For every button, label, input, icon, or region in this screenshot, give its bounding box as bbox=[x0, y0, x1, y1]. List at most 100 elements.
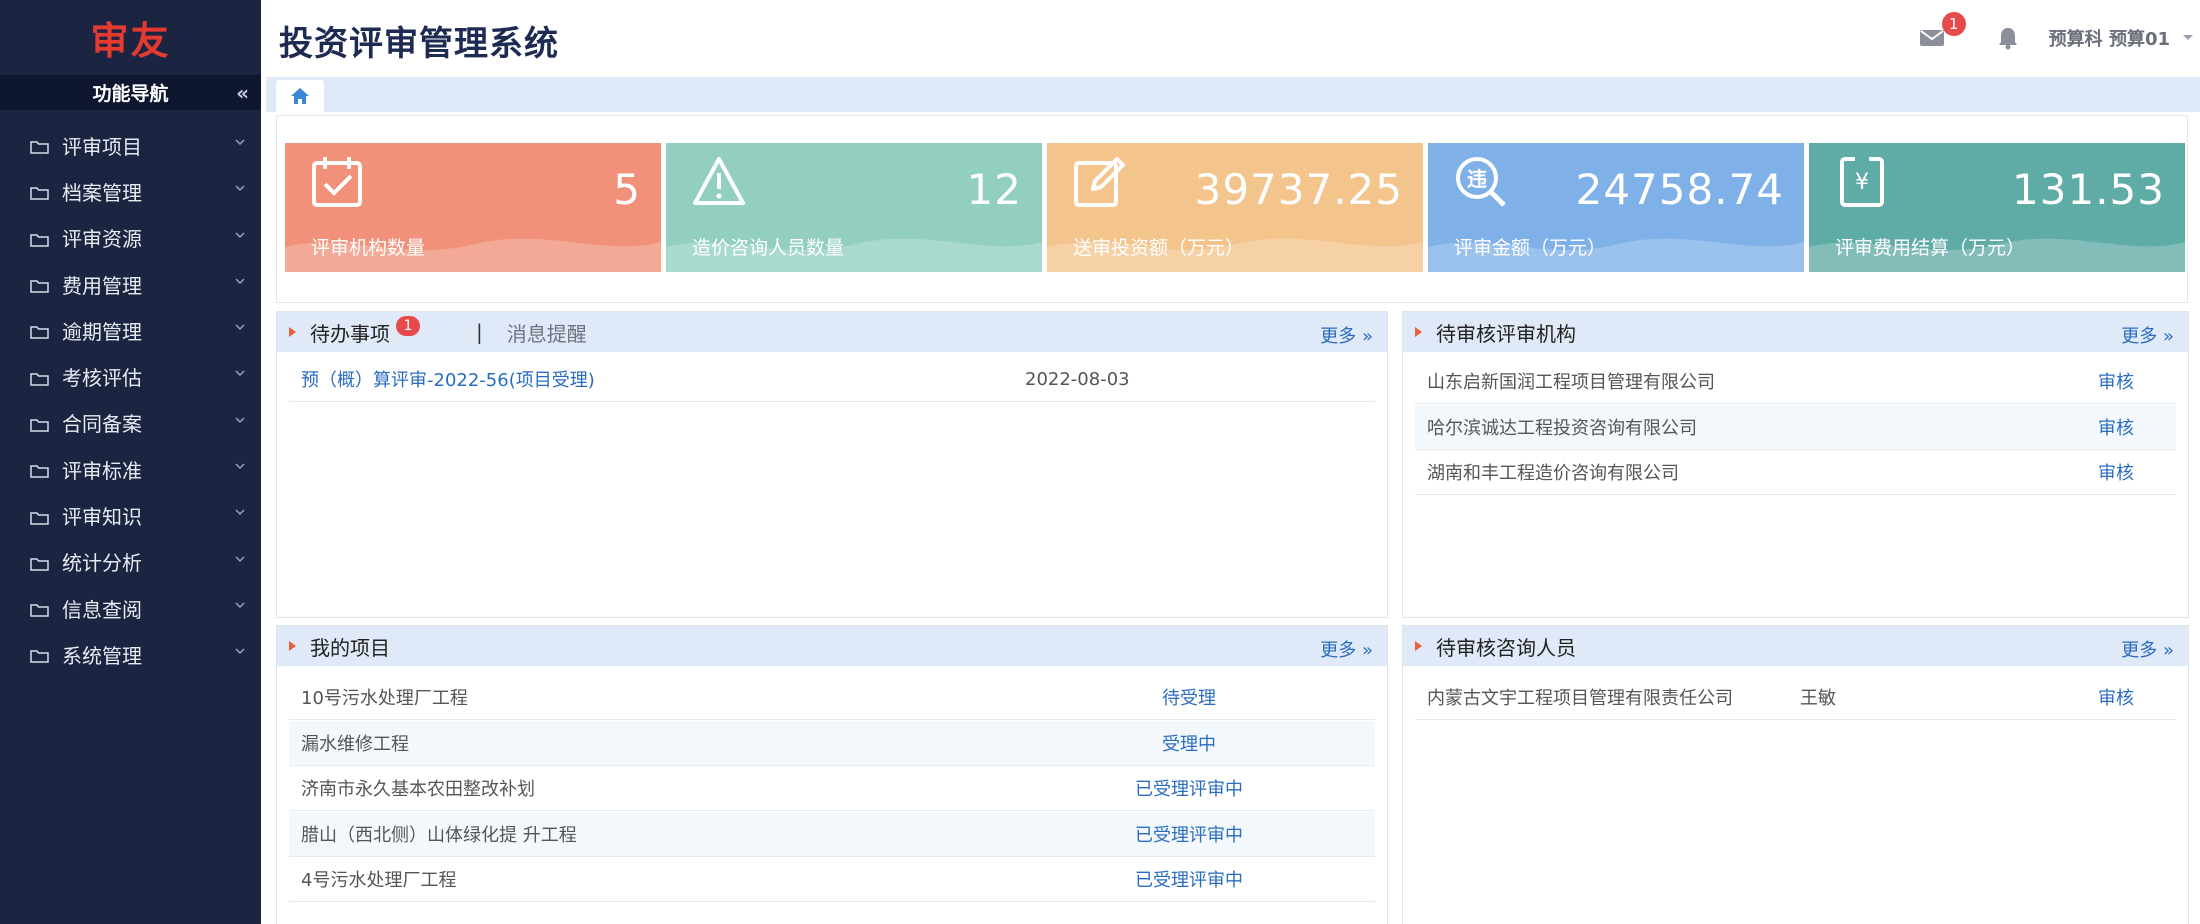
chevron-down-icon bbox=[235, 324, 245, 331]
table-row[interactable]: 4号污水处理厂工程 已受理评审中 bbox=[289, 857, 1375, 902]
stat-value: 24758.74 bbox=[1575, 165, 1784, 214]
project-status[interactable]: 受理中 bbox=[1162, 730, 1216, 756]
panel-header: 待办事项 1 | 消息提醒 更多 » bbox=[277, 312, 1387, 352]
review-button[interactable]: 审核 bbox=[2098, 684, 2134, 710]
sidebar-item[interactable]: 统计分析 bbox=[0, 539, 261, 585]
more-link[interactable]: 更多 » bbox=[1320, 322, 1373, 348]
panel-header: 待审核咨询人员 更多 » bbox=[1403, 626, 2188, 666]
more-link[interactable]: 更多 » bbox=[1320, 636, 1373, 662]
collapse-sidebar-icon[interactable]: « bbox=[236, 81, 249, 105]
tab-home[interactable] bbox=[276, 80, 324, 112]
project-status[interactable]: 已受理评审中 bbox=[1135, 775, 1243, 801]
stat-card-consultant-count[interactable]: 12 造价咨询人员数量 bbox=[666, 143, 1042, 272]
sidebar: 审友 功能导航 « 评审项目 档案管理 评审资源 费用管理 逾期管理 考核评估 合同备案 评审… bbox=[0, 0, 261, 924]
stat-card-org-count[interactable]: 5 评审机构数量 bbox=[285, 143, 661, 272]
folder-icon bbox=[30, 511, 49, 525]
table-row[interactable]: 济南市永久基本农田整改补划 已受理评审中 bbox=[289, 766, 1375, 811]
project-status[interactable]: 待受理 bbox=[1162, 684, 1216, 710]
nav-header: 功能导航 « bbox=[0, 75, 261, 110]
sidebar-item[interactable]: 费用管理 bbox=[0, 261, 261, 307]
stat-label: 评审金额（万元） bbox=[1454, 237, 1607, 259]
folder-icon bbox=[30, 141, 49, 154]
tab-messages[interactable]: 消息提醒 bbox=[507, 318, 587, 347]
table-row: 湖南和丰工程造价咨询有限公司 审核 bbox=[1415, 450, 2176, 495]
table-row[interactable]: 漏水维修工程 受理中 bbox=[289, 721, 1375, 766]
stats-area: 5 评审机构数量 12 造价咨询人员数量 39737.25 送审投资额（万元） … bbox=[276, 115, 2188, 303]
sidebar-item-label: 考核评估 bbox=[62, 366, 142, 391]
triangle-icon bbox=[289, 641, 296, 651]
stat-label: 评审机构数量 bbox=[311, 237, 426, 259]
svg-text:¥: ¥ bbox=[1855, 170, 1869, 195]
sidebar-item[interactable]: 评审资源 bbox=[0, 215, 261, 261]
review-button[interactable]: 审核 bbox=[2098, 459, 2134, 485]
chevron-down-icon bbox=[235, 648, 245, 655]
chevron-down-icon bbox=[235, 278, 245, 284]
sidebar-item-label: 信息查阅 bbox=[62, 597, 142, 622]
chevron-down-icon bbox=[235, 139, 245, 146]
org-name: 湖南和丰工程造价咨询有限公司 bbox=[1427, 463, 1679, 484]
table-row[interactable]: 10号污水处理厂工程 待受理 bbox=[289, 675, 1375, 720]
sidebar-item-label: 费用管理 bbox=[62, 273, 142, 298]
panel-title: 待审核咨询人员 bbox=[1436, 635, 1576, 660]
table-row: 山东启新国润工程项目管理有限公司 审核 bbox=[1415, 359, 2176, 404]
sidebar-item[interactable]: 系统管理 bbox=[0, 631, 261, 677]
sidebar-item[interactable]: 评审项目 bbox=[0, 122, 261, 168]
sidebar-item[interactable]: 档案管理 bbox=[0, 168, 261, 214]
project-name: 济南市永久基本农田整改补划 bbox=[301, 779, 535, 800]
todo-badge: 1 bbox=[396, 316, 420, 336]
calendar-check-icon bbox=[312, 157, 362, 207]
sidebar-item[interactable]: 评审标准 bbox=[0, 446, 261, 492]
project-name: 腊山（西北侧）山体绿化提 升工程 bbox=[301, 825, 577, 846]
org-name: 哈尔滨诚达工程投资咨询有限公司 bbox=[1427, 418, 1697, 439]
todo-item-link[interactable]: 预（概）算评审-2022-56(项目受理) bbox=[301, 366, 595, 392]
my-projects-panel: 我的项目 更多 » 10号污水处理厂工程 待受理 漏水维修工程 受理中 济南市永… bbox=[276, 625, 1388, 924]
triangle-icon bbox=[1415, 327, 1422, 337]
folder-icon bbox=[30, 372, 49, 386]
bell-icon[interactable] bbox=[1997, 26, 2019, 50]
panel-header: 我的项目 更多 » bbox=[277, 626, 1387, 666]
app-title: 投资评审管理系统 bbox=[279, 24, 559, 64]
sidebar-item[interactable]: 评审知识 bbox=[0, 492, 261, 538]
sidebar-item-label: 统计分析 bbox=[62, 551, 142, 576]
project-name: 漏水维修工程 bbox=[301, 734, 409, 755]
chevron-down-icon[interactable] bbox=[2182, 34, 2194, 42]
more-link[interactable]: 更多 » bbox=[2121, 636, 2174, 662]
project-status[interactable]: 已受理评审中 bbox=[1135, 821, 1243, 847]
sidebar-item[interactable]: 逾期管理 bbox=[0, 307, 261, 353]
folder-icon bbox=[30, 650, 49, 664]
sidebar-item-label: 逾期管理 bbox=[62, 319, 142, 344]
brand-logo: 审友 bbox=[90, 19, 171, 63]
sidebar-item-label: 评审资源 bbox=[62, 227, 142, 252]
folder-icon bbox=[30, 465, 49, 478]
folder-icon bbox=[30, 419, 49, 432]
table-row: 内蒙古文宇工程项目管理有限责任公司 王敏 审核 bbox=[1415, 675, 2176, 720]
stat-label: 评审费用结算（万元） bbox=[1835, 237, 2026, 259]
warning-icon bbox=[693, 157, 745, 205]
folder-icon bbox=[30, 187, 49, 201]
table-row[interactable]: 腊山（西北侧）山体绿化提 升工程 已受理评审中 bbox=[289, 812, 1375, 857]
panel-title: 我的项目 bbox=[310, 635, 390, 660]
stat-label: 送审投资额（万元） bbox=[1073, 237, 1245, 259]
sidebar-item[interactable]: 信息查阅 bbox=[0, 585, 261, 631]
sidebar-item[interactable]: 合同备案 bbox=[0, 400, 261, 446]
tab-todo[interactable]: 待办事项 bbox=[310, 318, 390, 347]
mail-button[interactable]: 1 bbox=[1919, 12, 1966, 48]
nav-list: 评审项目档案管理评审资源费用管理逾期管理考核评估合同备案 评审标准评审知识统计分析… bbox=[0, 122, 261, 678]
sidebar-item[interactable]: 考核评估 bbox=[0, 353, 261, 399]
todo-item-date: 2022-08-03 bbox=[1025, 368, 1130, 390]
table-row[interactable]: 预（概）算评审-2022-56(项目受理) 2022-08-03 bbox=[289, 357, 1375, 402]
sidebar-item-label: 评审知识 bbox=[62, 505, 142, 530]
stat-card-submitted-investment[interactable]: 39737.25 送审投资额（万元） bbox=[1047, 143, 1423, 272]
review-button[interactable]: 审核 bbox=[2098, 414, 2134, 440]
project-name: 10号污水处理厂工程 bbox=[301, 688, 468, 709]
project-status[interactable]: 已受理评审中 bbox=[1135, 866, 1243, 892]
sidebar-item-label: 评审项目 bbox=[62, 134, 142, 159]
stat-card-review-amount[interactable]: 违 24758.74 评审金额（万元） bbox=[1428, 143, 1804, 272]
chevron-down-icon bbox=[235, 602, 245, 609]
chevron-down-icon bbox=[235, 463, 245, 470]
review-button[interactable]: 审核 bbox=[2098, 368, 2134, 394]
more-link[interactable]: 更多 » bbox=[2121, 322, 2174, 348]
stat-card-fee-settlement[interactable]: ¥ 131.53 评审费用结算（万元） bbox=[1809, 143, 2185, 272]
org-review-panel: 待审核评审机构 更多 » 山东启新国润工程项目管理有限公司 审核 哈尔滨诚达工程… bbox=[1402, 311, 2189, 618]
user-name[interactable]: 预算科 预算01 bbox=[2049, 25, 2170, 51]
